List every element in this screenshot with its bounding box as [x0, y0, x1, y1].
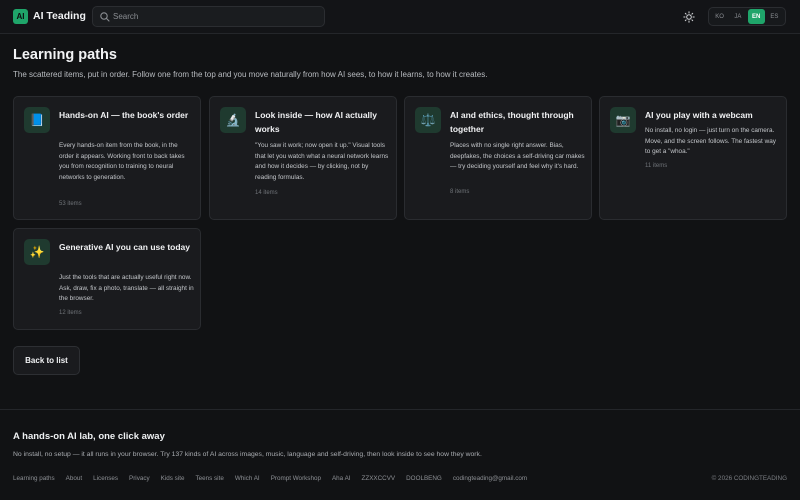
card-item-count: 11 items — [645, 163, 668, 169]
path-card-generative[interactable]: ✨ Generative AI you can use today Just t… — [13, 228, 201, 330]
card-title: Hands-on AI — the book's order — [59, 110, 189, 120]
path-card-look-inside[interactable]: 🔬 Look inside — how AI actually works "Y… — [209, 96, 397, 220]
footer-link-email[interactable]: codingteading@gmail.com — [453, 475, 527, 482]
path-card-book-order[interactable]: 📘 Hands-on AI — the book's order Every h… — [13, 96, 201, 220]
card-title: AI you play with a webcam — [645, 110, 753, 120]
search-box[interactable] — [92, 6, 325, 27]
card-item-count: 53 items — [59, 201, 82, 207]
card-item-count: 14 items — [255, 190, 278, 196]
card-item-count: 8 items — [450, 189, 470, 195]
card-title: Generative AI you can use today — [59, 242, 191, 252]
lang-en-button[interactable]: EN — [747, 9, 765, 24]
footer-link-prompt-workshop[interactable]: Prompt Workshop — [271, 475, 321, 482]
sparkles-icon: ✨ — [24, 239, 50, 265]
language-switcher: KO JA EN ES — [708, 7, 786, 26]
card-title: Look inside — how AI actually works — [255, 110, 378, 134]
site-footer: A hands-on AI lab, one click away No ins… — [0, 409, 800, 500]
site-logo-text[interactable]: AI Teading — [33, 10, 86, 22]
footer-links: Learning paths About Licenses Privacy Ki… — [13, 475, 538, 482]
search-input[interactable] — [113, 9, 313, 24]
footer-link-licenses[interactable]: Licenses — [93, 475, 118, 482]
top-header: AI AI Teading KO JA EN ES — [0, 0, 800, 34]
lang-ja-button[interactable]: JA — [729, 9, 746, 24]
card-description: Places with no single right answer. Bias… — [450, 142, 585, 171]
footer-link-learning-paths[interactable]: Learning paths — [13, 475, 55, 482]
footer-link-which-ai[interactable]: Which AI — [235, 475, 260, 482]
sun-icon — [682, 10, 695, 23]
footer-link-teens-site[interactable]: Teens site — [195, 475, 223, 482]
path-card-webcam[interactable]: 📷 AI you play with a webcam No install, … — [599, 96, 787, 220]
card-title: AI and ethics, thought through together — [450, 110, 574, 134]
card-description: Just the tools that are actually useful … — [59, 274, 194, 303]
theme-toggle-button[interactable] — [681, 9, 696, 24]
logo-badge[interactable]: AI — [13, 9, 28, 24]
book-icon: 📘 — [24, 107, 50, 133]
back-to-list-button[interactable]: Back to list — [13, 346, 80, 375]
search-icon — [100, 12, 110, 22]
microscope-icon: 🔬 — [220, 107, 246, 133]
card-description: "You saw it work; now open it up." Visua… — [255, 142, 389, 181]
footer-link-doolbeng[interactable]: DOOLBENG — [406, 475, 442, 482]
footer-link-zzxxccvv[interactable]: ZZXXCCVV — [362, 475, 396, 482]
card-description: Every hands-on item from the book, in th… — [59, 142, 185, 181]
scales-icon: ⚖️ — [415, 107, 441, 133]
lang-es-button[interactable]: ES — [766, 9, 783, 24]
path-card-ethics[interactable]: ⚖️ AI and ethics, thought through togeth… — [404, 96, 592, 220]
camera-icon: 📷 — [610, 107, 636, 133]
copyright-text: © 2026 CODINGTEADING — [711, 475, 787, 482]
page-title: Learning paths — [13, 47, 117, 63]
card-item-count: 12 items — [59, 310, 82, 316]
card-description: No install, no login — just turn on the … — [645, 127, 776, 156]
footer-title: A hands-on AI lab, one click away — [13, 431, 165, 442]
footer-link-about[interactable]: About — [66, 475, 82, 482]
footer-link-aha-ai[interactable]: Aha AI — [332, 475, 351, 482]
page-subtitle: The scattered items, put in order. Follo… — [13, 70, 488, 79]
lang-ko-button[interactable]: KO — [711, 9, 728, 24]
footer-description: No install, no setup — it all runs in yo… — [13, 451, 482, 458]
footer-link-privacy[interactable]: Privacy — [129, 475, 150, 482]
footer-link-kids-site[interactable]: Kids site — [161, 475, 185, 482]
